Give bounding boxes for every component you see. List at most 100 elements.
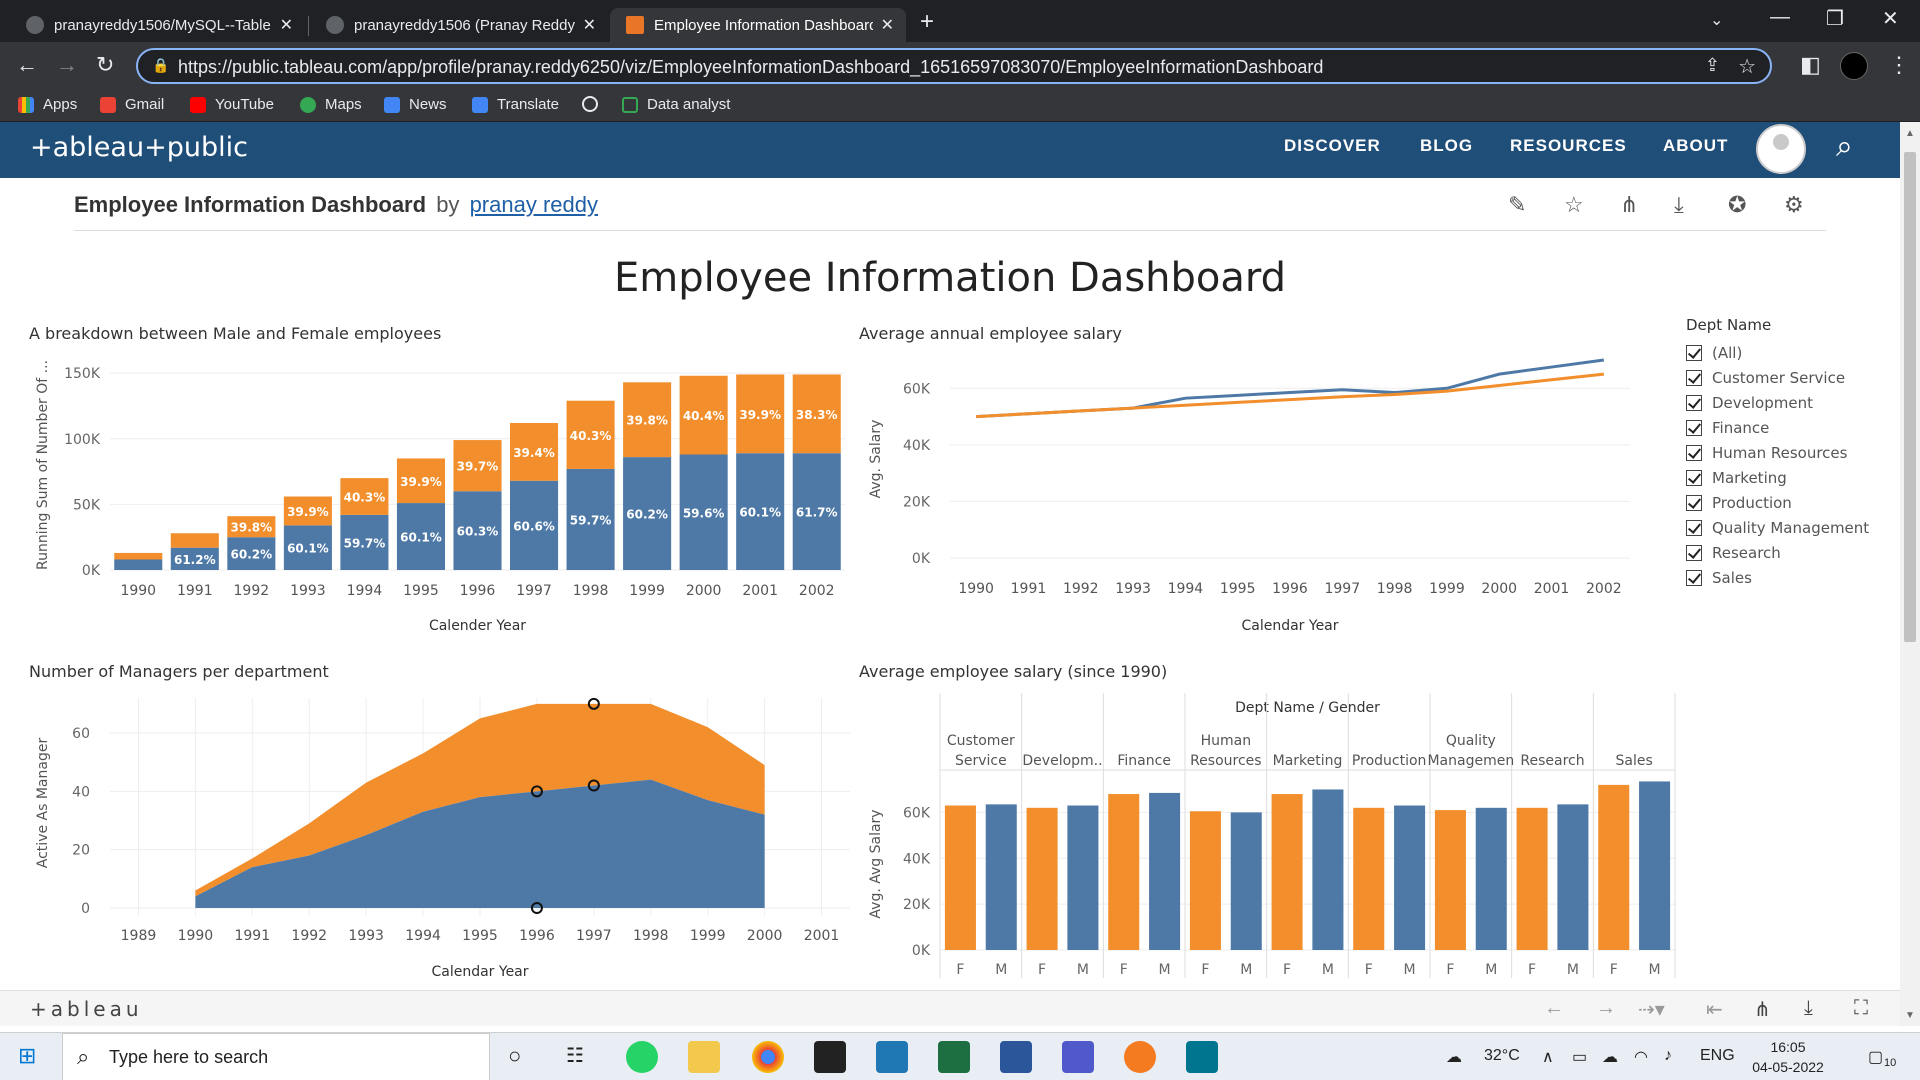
checkbox-checked-icon[interactable] (1686, 419, 1702, 436)
share-icon[interactable]: ⋔ (1754, 997, 1771, 1022)
favorite-star-icon[interactable]: ☆ (1564, 192, 1584, 218)
filter-item[interactable]: Finance (1686, 415, 1886, 440)
checkbox-checked-icon[interactable] (1686, 569, 1702, 586)
share-page-icon[interactable]: ⇪ (1705, 55, 1720, 76)
language-indicator[interactable]: ENG (1700, 1047, 1735, 1065)
download-icon[interactable]: ⤓ (1804, 997, 1813, 1020)
checkbox-checked-icon[interactable] (1686, 544, 1702, 561)
filter-item[interactable]: Human Resources (1686, 440, 1886, 465)
bookmark-translate[interactable]: Translate (472, 96, 559, 113)
scroll-up-icon[interactable]: ▲ (1905, 128, 1915, 139)
excel-icon[interactable] (938, 1041, 970, 1073)
widgets-icon[interactable]: ☷ (566, 1043, 584, 1068)
checkbox-checked-icon[interactable] (1686, 469, 1702, 486)
bookmark-maps[interactable]: Maps (300, 96, 362, 113)
download-icon[interactable]: ⤓ (1674, 192, 1684, 218)
close-icon[interactable]: ✕ (280, 15, 293, 35)
nav-about[interactable]: ABOUT (1663, 136, 1728, 156)
browser-tab-2[interactable]: pranayreddy1506 (Pranay Reddy) ✕ (310, 8, 608, 42)
user-avatar[interactable] (1756, 124, 1806, 174)
checkbox-checked-icon[interactable] (1686, 494, 1702, 511)
pdf-reader-icon[interactable] (814, 1041, 846, 1073)
whatsapp-icon[interactable] (626, 1041, 658, 1073)
filter-item[interactable]: Production (1686, 490, 1886, 515)
filter-item[interactable]: Development (1686, 390, 1886, 415)
page-scrollbar[interactable]: ▲ ▼ (1900, 122, 1920, 1026)
forward-arrow-icon[interactable]: → (56, 52, 78, 78)
close-icon[interactable]: ✕ (583, 15, 596, 35)
profile-avatar-icon[interactable] (1840, 52, 1868, 80)
tray-chevron-icon[interactable]: ∧ (1542, 1047, 1554, 1067)
search-icon[interactable]: ⌕ (1836, 130, 1853, 164)
browser-tab-3-active[interactable]: Employee Information Dashboard ✕ (610, 8, 906, 42)
checkbox-checked-icon[interactable] (1686, 519, 1702, 536)
browser-tab-1[interactable]: pranayreddy1506/MySQL--Table ✕ (10, 8, 305, 42)
address-bar[interactable]: 🔒 https://public.tableau.com/app/profile… (136, 48, 1772, 84)
windows-start-icon[interactable]: ⊞ (18, 1043, 36, 1069)
filter-item[interactable]: Quality Management (1686, 515, 1886, 540)
undo-icon[interactable]: ← (1544, 997, 1564, 1020)
file-explorer-icon[interactable] (688, 1041, 720, 1073)
bookmark-gmail[interactable]: Gmail (100, 96, 164, 113)
bookmark-data-analyst[interactable]: Data analyst (622, 96, 730, 113)
filter-item[interactable]: Sales (1686, 565, 1886, 590)
filter-item[interactable]: Research (1686, 540, 1886, 565)
checkbox-checked-icon[interactable] (1686, 344, 1702, 361)
minimize-icon[interactable]: — (1770, 6, 1790, 29)
notification-icon[interactable]: ▢ (1868, 1047, 1883, 1067)
nav-blog[interactable]: BLOG (1420, 136, 1473, 156)
bookmark-youtube[interactable]: YouTube (190, 96, 274, 113)
gender-breakdown-chart[interactable]: 0K 50K 100K 150K Running Sum of Number Of ..… (20, 350, 855, 640)
teams-icon[interactable] (1062, 1041, 1094, 1073)
window-close-icon[interactable]: ✕ (1882, 6, 1899, 31)
checkbox-checked-icon[interactable] (1686, 369, 1702, 386)
avg-salary-line-chart[interactable]: 0K 20K 40K 60K Avg. Salary 1990 1991 1992 1993 19… (850, 350, 1670, 640)
volume-icon[interactable]: ♪ (1664, 1047, 1672, 1065)
settings-gear-icon[interactable]: ⚙ (1784, 192, 1804, 218)
reset-icon[interactable]: ⇤ (1706, 997, 1723, 1022)
nav-discover[interactable]: DISCOVER (1284, 136, 1381, 156)
onedrive-icon[interactable]: ☁ (1602, 1047, 1618, 1067)
tableau-logo[interactable]: +ableau (30, 997, 143, 1021)
author-link[interactable]: pranay reddy (470, 192, 598, 217)
tableau-app-icon[interactable] (876, 1041, 908, 1073)
new-tab-plus-icon[interactable]: + (920, 8, 934, 36)
task-view-icon[interactable]: ○ (508, 1043, 521, 1069)
bookmark-globe[interactable] (582, 96, 607, 112)
filter-item[interactable]: (All) (1686, 340, 1886, 365)
bookmark-apps[interactable]: Apps (18, 96, 77, 113)
browser-menu-icon[interactable]: ⋮ (1888, 52, 1910, 78)
close-icon[interactable]: ✕ (881, 15, 894, 35)
checkbox-checked-icon[interactable] (1686, 444, 1702, 461)
scrollbar-thumb[interactable] (1904, 152, 1916, 642)
filter-item[interactable]: Customer Service (1686, 365, 1886, 390)
redo-icon[interactable]: → (1596, 997, 1616, 1020)
bookmark-news[interactable]: News (384, 96, 447, 113)
taskbar-search[interactable]: ⌕ Type here to search (62, 1033, 490, 1080)
filter-item[interactable]: Marketing (1686, 465, 1886, 490)
managers-area-chart[interactable]: 0 20 40 60 Active As Manager 1989 1990 1991 1992… (20, 688, 855, 986)
edit-viz-icon[interactable]: ✎ (1508, 192, 1526, 218)
reload-icon[interactable]: ↻ (96, 52, 114, 78)
scroll-down-icon[interactable]: ▼ (1905, 1010, 1915, 1021)
word-icon[interactable] (1000, 1041, 1032, 1073)
side-panel-icon[interactable]: ◧ (1800, 52, 1821, 78)
share-icon[interactable]: ⋔ (1620, 192, 1638, 218)
dept-gender-salary-chart[interactable]: Dept Name / Gender 0K 20K 40K 60K Avg. Avg Sa… (850, 688, 1680, 988)
clock[interactable]: 16:05 04-05-2022 (1748, 1037, 1828, 1077)
wifi-icon[interactable]: ◠ (1634, 1047, 1648, 1067)
tab-search-chevron-icon[interactable]: ⌄ (1710, 10, 1723, 30)
battery-icon[interactable]: ▭ (1572, 1047, 1587, 1067)
nav-resources[interactable]: RESOURCES (1510, 136, 1627, 156)
weather-icon[interactable]: ☁ (1446, 1047, 1462, 1067)
bookmark-star-icon[interactable]: ☆ (1738, 54, 1756, 79)
weather-temp[interactable]: 32°C (1484, 1047, 1520, 1065)
chrome-icon[interactable] (752, 1041, 784, 1073)
fullscreen-icon[interactable]: ⛶ (1854, 997, 1868, 1020)
mysql-workbench-icon[interactable] (1186, 1041, 1218, 1073)
back-arrow-icon[interactable]: ← (16, 52, 38, 78)
url-text[interactable]: https://public.tableau.com/app/profile/p… (178, 57, 1323, 78)
badge-icon[interactable]: ✪ (1728, 192, 1746, 218)
revert-icon[interactable]: ⇢▾ (1638, 997, 1665, 1022)
tableau-public-logo[interactable]: +ableau+public (30, 132, 248, 163)
